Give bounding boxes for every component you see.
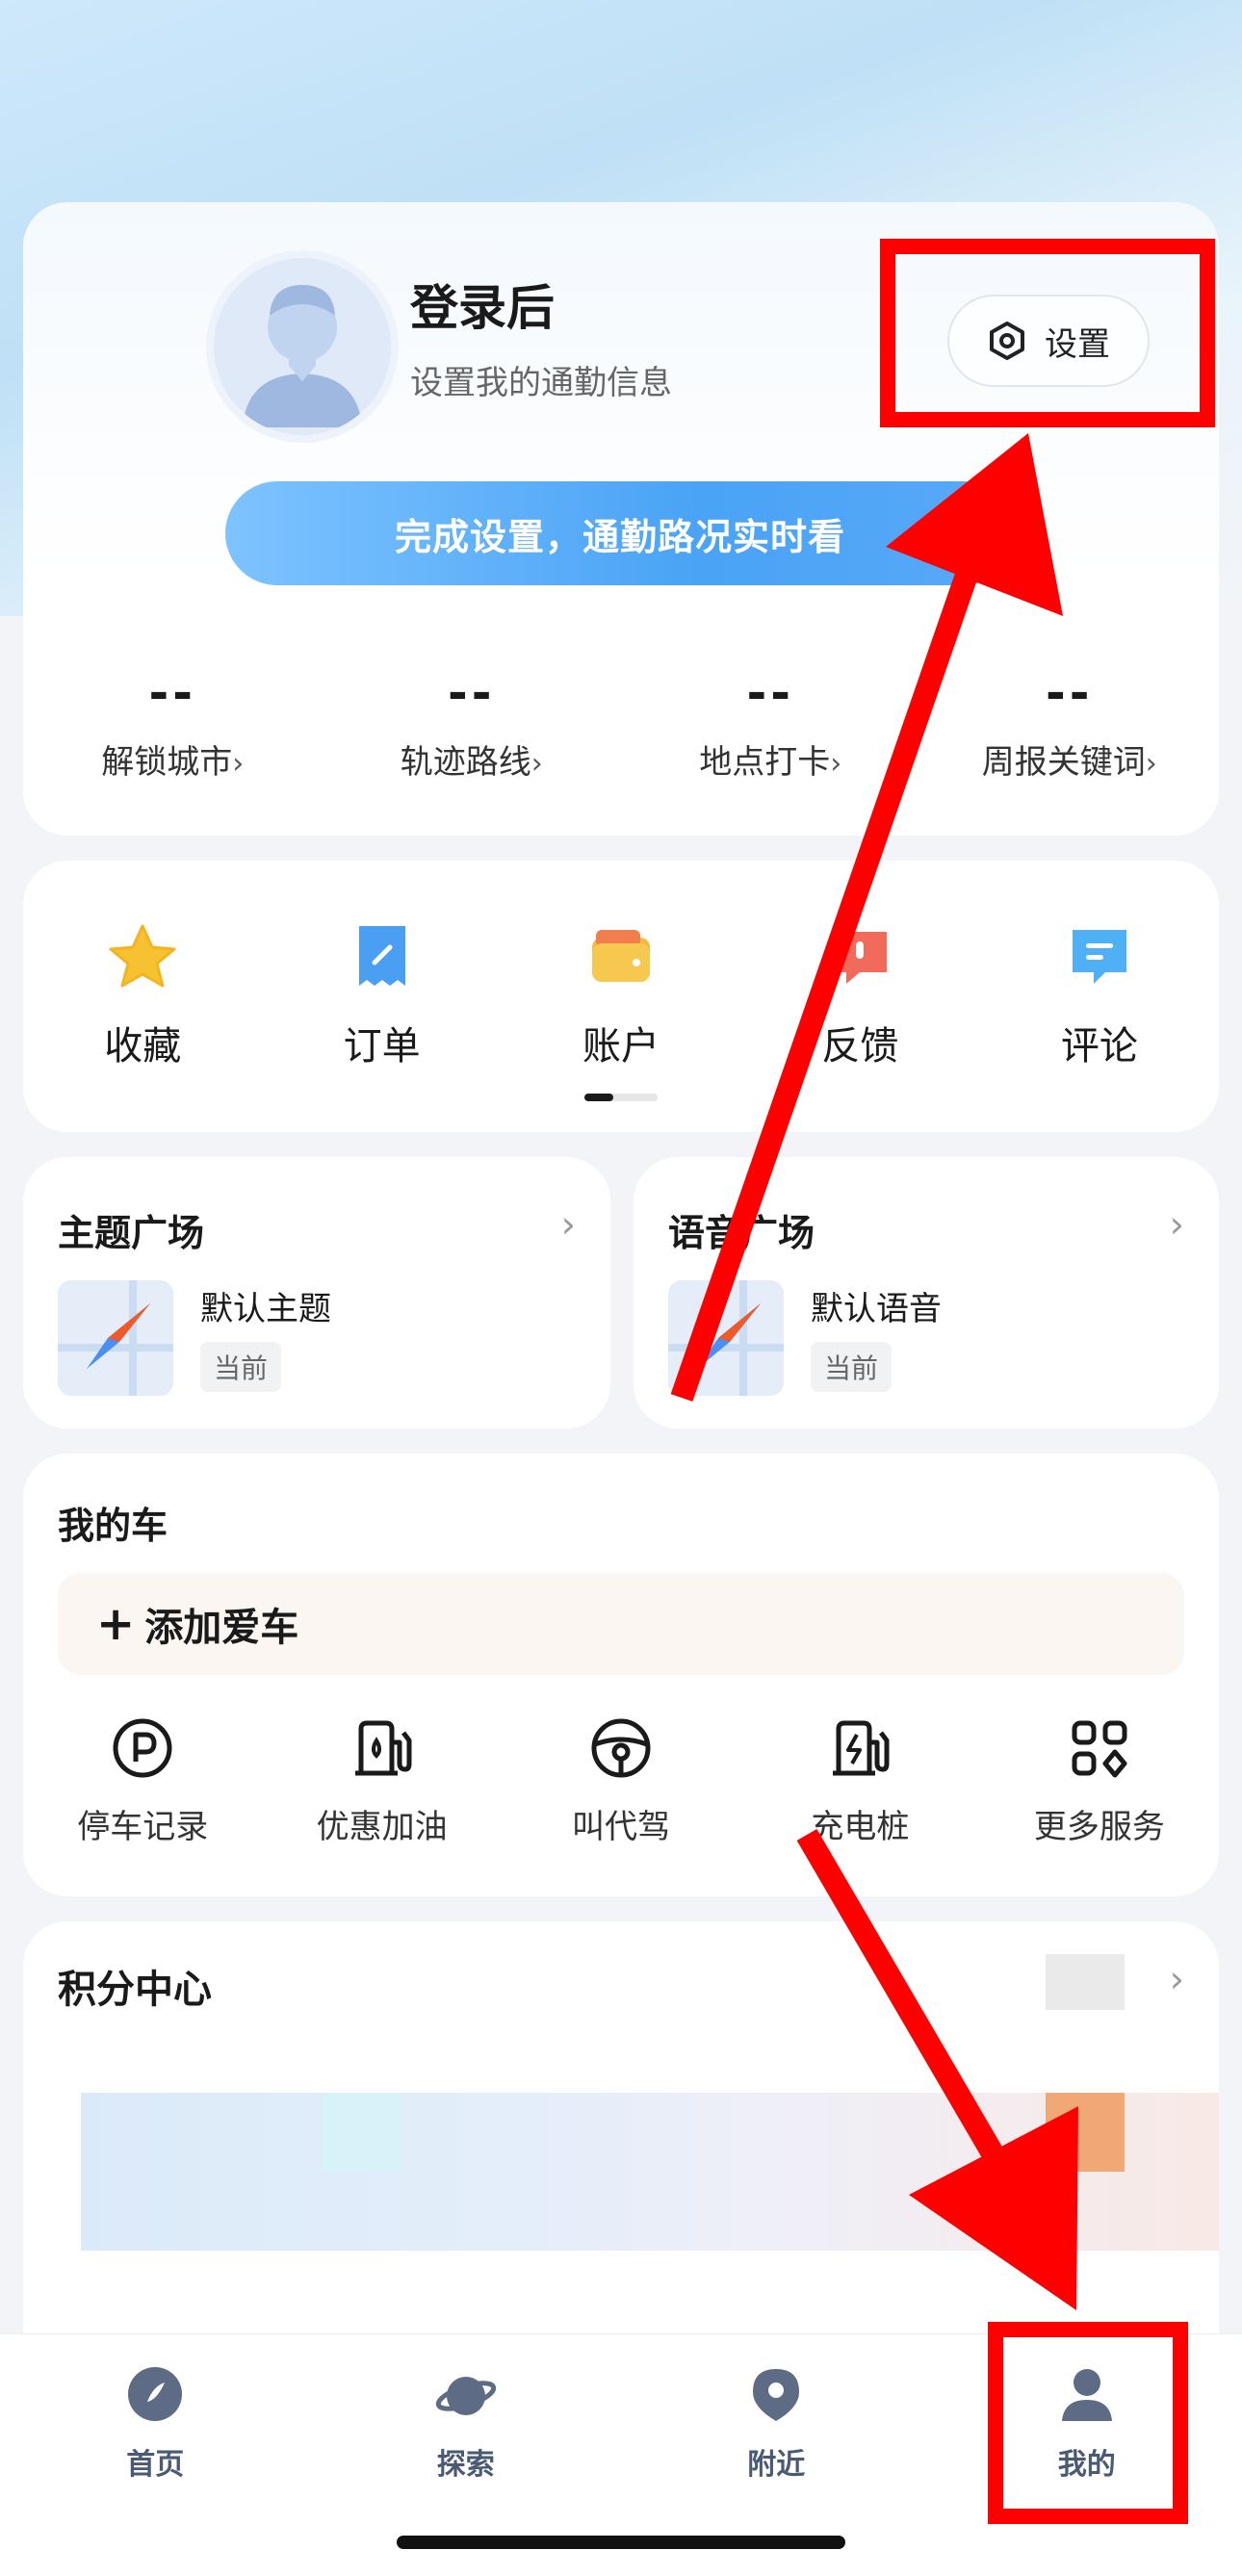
fuel-icon (348, 1713, 417, 1783)
points-center-title: 积分中心 (58, 1958, 212, 2014)
page-indicator (584, 1094, 658, 1101)
theme-name: 默认主题 (200, 1282, 331, 1329)
chevron-right-icon: › (830, 747, 841, 781)
user-avatar-icon (214, 258, 391, 435)
stat-label: 周报关键词 (982, 743, 1146, 782)
page-indicator-active (584, 1094, 613, 1101)
stats-row: -- 解锁城市› -- 轨迹路线› -- 地点打卡› -- 周报关键词› (23, 664, 1219, 799)
compass-map-icon (668, 1280, 784, 1396)
stat-value: -- (23, 664, 323, 722)
stat-label: 解锁城市 (101, 743, 232, 782)
chevron-right-icon: › (1170, 1958, 1184, 2000)
chevron-right-icon: › (531, 747, 543, 781)
service-label: 优惠加油 (262, 1800, 501, 1847)
my-car-card: 我的车 + 添加爱车 停车记录 优惠加油 (23, 1454, 1219, 1896)
theme-square-title: 主题广场 (58, 1203, 204, 1256)
shortcut-label: 收藏 (23, 1015, 262, 1070)
service-label: 充电桩 (740, 1800, 979, 1847)
compass-map-icon (58, 1280, 173, 1396)
stat-value: -- (323, 664, 622, 722)
nav-home[interactable]: 首页 (0, 2363, 311, 2483)
shortcut-favorites[interactable]: 收藏 (23, 918, 262, 1070)
chevron-right-icon: › (561, 1203, 576, 1246)
order-icon (344, 918, 421, 995)
profile-subtitle[interactable]: 设置我的通勤信息 (410, 356, 672, 403)
home-indicator (397, 2536, 845, 2549)
shortcut-label: 评论 (980, 1015, 1219, 1070)
location-icon (745, 2363, 807, 2425)
shortcut-label: 反馈 (740, 1015, 979, 1070)
nav-label: 首页 (0, 2440, 311, 2483)
steering-wheel-icon (586, 1713, 656, 1783)
add-car-label: 添加爱车 (144, 1596, 298, 1652)
current-badge: 当前 (200, 1342, 281, 1392)
charging-icon (825, 1713, 894, 1783)
plus-icon: + (96, 1597, 135, 1651)
stat-weekly-keywords[interactable]: -- 周报关键词› (920, 664, 1220, 799)
voice-square-card[interactable]: 语音广场 › 默认语音 当前 (634, 1157, 1219, 1429)
shortcut-label: 订单 (262, 1015, 501, 1070)
service-designated-driver[interactable]: 叫代驾 (502, 1713, 740, 1847)
stat-value: -- (621, 664, 920, 722)
points-banner-block (322, 2093, 401, 2172)
nav-label: 附近 (621, 2440, 932, 2483)
current-badge: 当前 (811, 1342, 892, 1392)
stat-label: 地点打卡 (699, 743, 830, 782)
voice-square-title: 语音广场 (668, 1203, 815, 1256)
service-label: 停车记录 (23, 1800, 262, 1847)
stat-value: -- (920, 664, 1220, 722)
service-charging-pile[interactable]: 充电桩 (740, 1713, 979, 1847)
shortcut-comments[interactable]: 评论 (980, 918, 1219, 1070)
nav-nearby[interactable]: 附近 (621, 2363, 932, 2483)
stat-track-routes[interactable]: -- 轨迹路线› (323, 664, 622, 799)
points-center-card[interactable]: 积分中心 › (23, 1921, 1219, 2383)
chevron-right-icon: › (1170, 1203, 1184, 1246)
service-label: 更多服务 (980, 1800, 1219, 1847)
service-label: 叫代驾 (502, 1800, 740, 1847)
parking-icon (108, 1713, 177, 1783)
stat-unlocked-cities[interactable]: -- 解锁城市› (23, 664, 323, 799)
points-banner-block (1046, 2093, 1125, 2172)
add-car-button[interactable]: + 添加爱车 (58, 1573, 1184, 1675)
my-car-title: 我的车 (58, 1496, 168, 1549)
theme-square-card[interactable]: 主题广场 › 默认主题 当前 (23, 1157, 610, 1429)
service-more[interactable]: 更多服务 (980, 1713, 1219, 1847)
stat-label: 轨迹路线 (401, 743, 531, 782)
avatar[interactable] (206, 250, 399, 443)
shortcuts-card: 收藏 订单 账户 反馈 (23, 861, 1219, 1132)
star-icon (104, 918, 181, 995)
service-fuel-discount[interactable]: 优惠加油 (262, 1713, 501, 1847)
chevron-right-icon: › (232, 747, 244, 781)
service-parking-records[interactable]: 停车记录 (23, 1713, 262, 1847)
shortcut-feedback[interactable]: 反馈 (740, 918, 979, 1070)
planet-icon (435, 2363, 497, 2425)
voice-thumbnail (668, 1280, 784, 1396)
points-placeholder (1046, 1954, 1125, 2010)
feedback-icon (821, 918, 898, 995)
voice-name: 默认语音 (811, 1282, 942, 1329)
profile-title[interactable]: 登录后 (410, 270, 555, 339)
grid-icon (1065, 1713, 1134, 1783)
stat-checkins[interactable]: -- 地点打卡› (621, 664, 920, 799)
chevron-right-icon: › (1146, 747, 1157, 781)
shortcut-orders[interactable]: 订单 (262, 918, 501, 1070)
shortcut-label: 账户 (502, 1015, 740, 1070)
shortcut-account[interactable]: 账户 (502, 918, 740, 1070)
compass-icon (124, 2363, 186, 2425)
nav-explore[interactable]: 探索 (311, 2363, 622, 2483)
theme-thumbnail (58, 1280, 173, 1396)
complete-setup-button[interactable]: 完成设置，通勤路况实时看 (225, 481, 1015, 585)
comment-icon (1061, 918, 1138, 995)
nav-label: 探索 (311, 2440, 622, 2483)
annotation-box-mine (988, 2322, 1188, 2524)
wallet-icon (582, 918, 660, 995)
annotation-box-settings (880, 239, 1215, 427)
